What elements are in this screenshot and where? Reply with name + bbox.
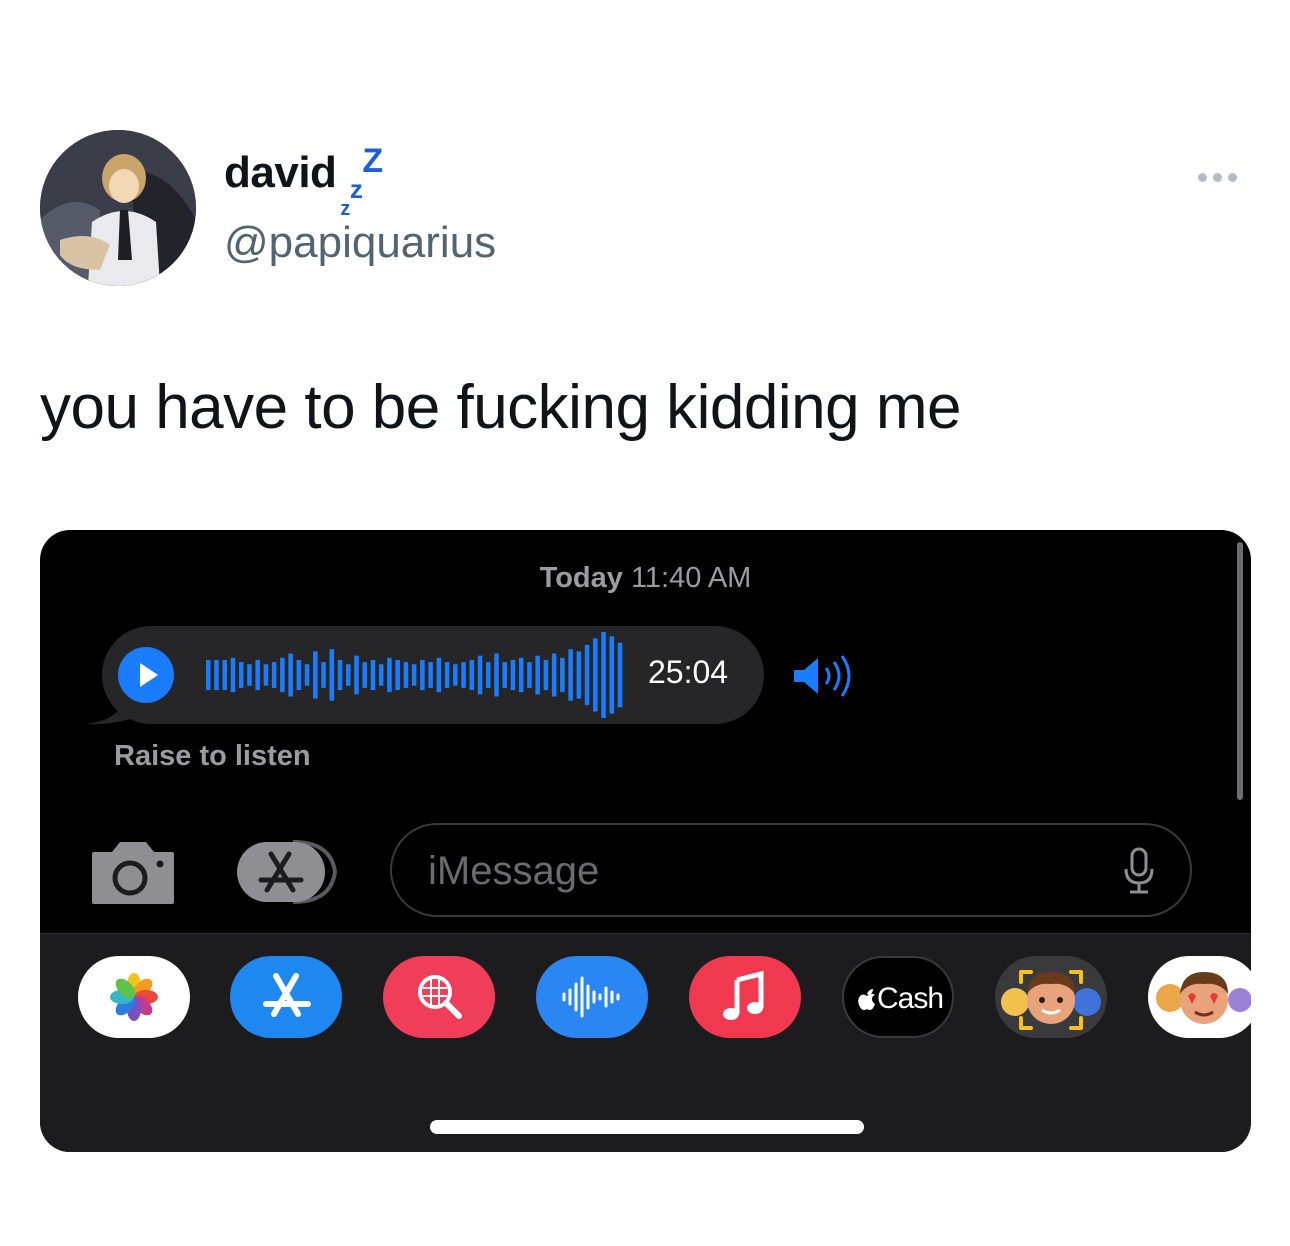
waveform-bar [576,651,582,699]
waveform-bar [584,644,590,706]
audio-duration: 25:04 [648,654,729,690]
play-button[interactable] [118,647,174,703]
photos-icon[interactable] [78,956,190,1038]
user-handle[interactable]: @papiquarius [224,218,496,268]
waveform-bar [387,657,392,693]
waveform-bar [543,659,549,691]
app-drawer: Cash [40,933,1251,1152]
waveform-bar [428,662,433,688]
waveform-bar [560,657,565,693]
waveform-bar [551,653,557,697]
timestamp-time: 11:40 AM [630,562,752,594]
audio-waveform[interactable] [206,630,626,720]
imessage-input[interactable]: iMessage [390,823,1192,917]
waveform-bar [395,659,400,691]
tweet-text: you have to be fucking kidding me [40,373,961,442]
play-icon [140,663,158,687]
waveform-bar [378,664,384,686]
waveform-bar [271,662,277,688]
waveform-bar [411,664,417,686]
apple-cash-button[interactable]: Cash [842,956,954,1038]
waveform-bar [370,659,376,691]
waveform-bar [255,659,260,691]
waveform-bar [510,659,516,691]
waveform-bar [206,659,211,691]
message-timestamp: Today 11:40 AM [40,562,1251,595]
waveform-bar [593,638,598,712]
waveform-bar [280,657,285,693]
waveform-bar [337,659,343,691]
app-store-apps-icon[interactable] [235,840,343,904]
app-store-icon[interactable] [230,956,342,1038]
waveform-bar [568,649,573,701]
waveform-bar [461,662,466,688]
display-name-text: david [224,148,337,197]
camera-icon[interactable] [90,838,176,906]
waveform-bar [502,662,507,688]
waveform-bar [230,657,236,693]
memoji-stickers-icon[interactable] [1148,956,1251,1038]
waveform-bar [296,659,302,691]
waveform-bar [494,653,499,697]
home-indicator[interactable] [430,1120,864,1134]
more-options-icon[interactable] [1198,162,1248,192]
sleeping-emoji: z z Z [340,142,383,220]
waveform-bar [288,653,293,697]
raise-to-listen-label: Raise to listen [114,740,311,772]
waveform-bar [247,664,252,686]
microphone-icon[interactable] [1122,847,1156,895]
imessage-screenshot: Today 11:40 AM 25:04 Raise to listen iMe… [40,530,1251,1152]
waveform-bar [403,662,409,688]
waveform-bar [609,636,615,714]
waveform-bar [436,657,442,693]
timestamp-day: Today [539,562,623,594]
waveform-bar [304,664,310,686]
waveform-bar [518,657,524,693]
waveform-bar [486,662,491,688]
waveform-bar [329,649,335,701]
waveform-bar [469,659,475,691]
waveform-bar [477,655,483,695]
waveform-bar [535,655,540,695]
imessage-placeholder: iMessage [428,849,600,893]
waveform-bar [444,662,450,688]
waveform-bar [617,642,623,708]
waveform-bar [214,659,219,691]
audio-message-icon[interactable] [536,956,648,1038]
waveform-bar [263,664,269,686]
avatar[interactable] [40,130,196,286]
display-name[interactable]: david z z Z [224,142,383,220]
waveform-bar [346,664,351,686]
speaker-icon[interactable] [790,654,860,698]
waveform-bar [527,662,532,688]
waveform-bar [601,632,606,718]
waveform-bar [321,662,326,688]
waveform-bar [453,664,458,686]
apple-logo-icon [858,989,875,1010]
waveform-bar [354,655,359,695]
waveform-bar [238,662,244,688]
image-search-icon[interactable] [383,956,495,1038]
waveform-bar [222,659,227,691]
cash-label: Cash [876,982,944,1015]
waveform-bar [313,651,318,699]
waveform-bar [420,659,425,691]
memoji-icon[interactable] [995,956,1107,1038]
waveform-bar [362,662,367,688]
music-icon[interactable] [689,956,801,1038]
